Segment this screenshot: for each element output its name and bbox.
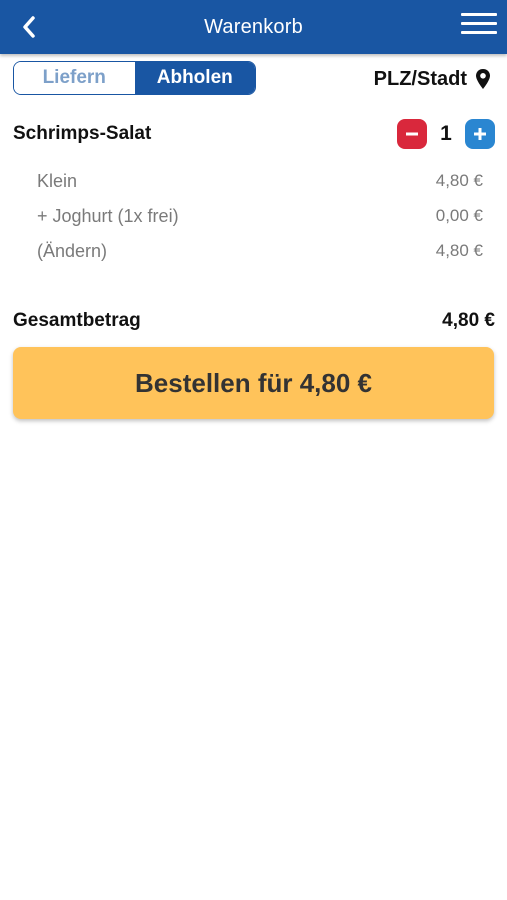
toggle-liefern[interactable]: Liefern <box>14 62 135 94</box>
order-button[interactable]: Bestellen für 4,80 € <box>13 347 494 419</box>
item-detail-change: (Ändern) 4,80 € <box>37 236 483 266</box>
back-button[interactable] <box>14 12 44 42</box>
detail-price: 4,80 € <box>435 241 483 260</box>
location-label: PLZ/Stadt <box>373 67 467 90</box>
hamburger-menu-icon[interactable] <box>461 13 497 41</box>
detail-label: Klein <box>37 170 78 191</box>
increase-quantity-button[interactable] <box>465 119 495 149</box>
cart-item-row: Schrimps-Salat 1 <box>13 116 495 152</box>
top-app-bar: Warenkorb <box>0 0 507 54</box>
total-value: 4,80 € <box>442 310 495 331</box>
detail-price: 4,80 € <box>435 171 483 190</box>
item-name: Schrimps-Salat <box>13 123 152 144</box>
item-detail-extra: + Joghurt (1x frei) 0,00 € <box>37 201 483 231</box>
minus-icon <box>406 132 418 136</box>
total-row: Gesamtbetrag 4,80 € <box>13 305 495 337</box>
page-title: Warenkorb <box>204 15 303 38</box>
location-selector[interactable]: PLZ/Stadt <box>374 64 491 94</box>
map-pin-icon <box>476 69 490 89</box>
plus-icon <box>474 128 486 140</box>
delivery-mode-toggle: Liefern Abholen <box>13 61 256 95</box>
chevron-left-icon <box>23 16 35 38</box>
change-link[interactable]: (Ändern) <box>37 241 107 262</box>
quantity-value: 1 <box>440 122 452 145</box>
toggle-abholen[interactable]: Abholen <box>134 62 255 94</box>
quantity-stepper: 1 <box>397 119 495 149</box>
decrease-quantity-button[interactable] <box>397 119 427 149</box>
detail-price: 0,00 € <box>435 206 483 225</box>
total-label: Gesamtbetrag <box>13 310 141 331</box>
item-detail-size: Klein 4,80 € <box>37 166 483 196</box>
detail-label: + Joghurt (1x frei) <box>37 205 179 226</box>
